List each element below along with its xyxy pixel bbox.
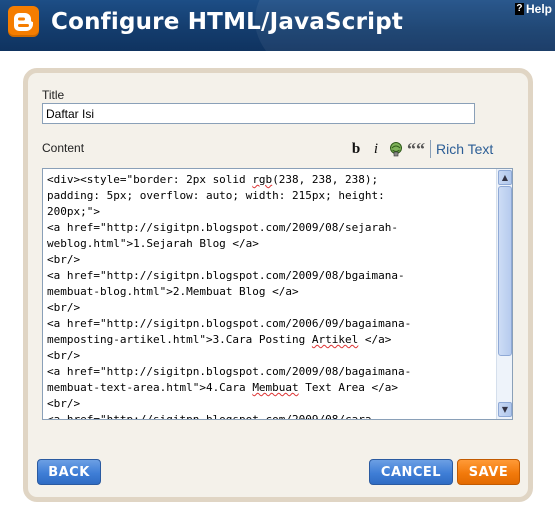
- cancel-button[interactable]: CANCEL: [369, 459, 453, 485]
- scroll-thumb[interactable]: [498, 186, 512, 356]
- help-icon: ?: [514, 3, 524, 15]
- editor-toolbar: b i ““ Rich Text: [346, 138, 506, 160]
- bold-button[interactable]: b: [346, 139, 366, 159]
- page-title: Configure HTML/JavaScript: [51, 9, 404, 35]
- code-line: memposting-artikel.html">3.Cara Posting …: [47, 333, 392, 346]
- title-label: Title: [42, 88, 65, 102]
- toolbar-divider: [430, 140, 431, 158]
- help-link[interactable]: ? Help: [514, 2, 552, 16]
- quote-button[interactable]: ““: [406, 139, 426, 159]
- italic-button[interactable]: i: [366, 139, 386, 159]
- back-button[interactable]: BACK: [37, 459, 101, 485]
- code-content[interactable]: <div><style="border: 2px solid rgb(238, …: [47, 172, 495, 420]
- config-panel: Title Content b i ““ Rich Text <div><sty…: [23, 68, 533, 502]
- code-line: <br/>: [47, 253, 81, 266]
- code-line: weblog.html">1.Sejarah Blog </a>: [47, 237, 259, 250]
- code-line: <br/>: [47, 349, 81, 362]
- blogger-logo-icon: [8, 6, 39, 37]
- rich-text-tab[interactable]: Rich Text: [436, 141, 493, 157]
- code-line: padding: 5px; overflow: auto; width: 215…: [47, 189, 385, 202]
- code-line: <a href="http://sigitpn.blogspot.com/200…: [47, 269, 405, 282]
- title-input[interactable]: [42, 103, 475, 124]
- code-line: <a href="http://sigitpn.blogspot.com/200…: [47, 221, 398, 234]
- code-line: <br/>: [47, 301, 81, 314]
- help-label: Help: [525, 2, 552, 16]
- code-line: membuat-text-area.html">4.Cara Membuat T…: [47, 381, 399, 394]
- save-button[interactable]: SAVE: [457, 459, 520, 485]
- link-button[interactable]: [386, 139, 406, 159]
- code-line: <a href="http://sigitpn.blogspot.com/200…: [47, 365, 412, 378]
- vertical-scrollbar[interactable]: ▲ ▼: [496, 169, 512, 419]
- code-line: <br/>: [47, 397, 81, 410]
- scroll-up-button[interactable]: ▲: [498, 170, 512, 185]
- code-line: <a href="http://sigitpn.blogspot.com/200…: [47, 317, 412, 330]
- code-line: <div><style="border: 2px solid rgb(238, …: [47, 173, 379, 186]
- content-textarea[interactable]: <div><style="border: 2px solid rgb(238, …: [42, 168, 513, 420]
- code-line: membuat-blog.html">2.Membuat Blog </a>: [47, 285, 299, 298]
- header-bar: Configure HTML/JavaScript ? Help: [0, 0, 555, 51]
- link-icon: [390, 142, 402, 157]
- code-line: 200px;">: [47, 205, 100, 218]
- code-line: <a href="http://sigitpn.blogspot.com/200…: [47, 413, 379, 420]
- content-label: Content: [42, 141, 85, 155]
- scroll-down-button[interactable]: ▼: [498, 402, 512, 417]
